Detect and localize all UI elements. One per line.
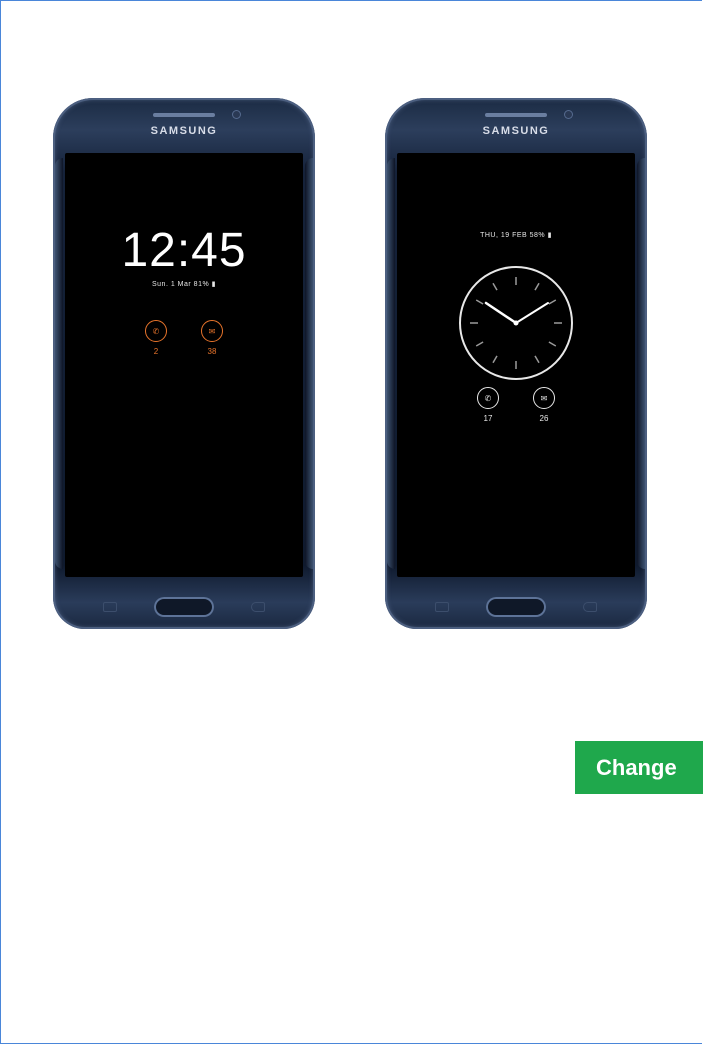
front-camera (565, 111, 572, 118)
notification-icons: ✆ 2 ✉ 38 (65, 320, 303, 356)
notification-missed-calls: ✆ 17 (477, 387, 499, 423)
message-count: 26 (539, 414, 549, 423)
notification-messages: ✉ 26 (533, 387, 555, 423)
brand-logo: SAMSUNG (150, 125, 218, 137)
message-count: 38 (207, 347, 217, 356)
brand-logo: SAMSUNG (482, 125, 550, 137)
back-key (583, 602, 597, 612)
notification-messages: ✉ 38 (201, 320, 223, 356)
hour-hand (484, 301, 518, 325)
phone-image-analog-clock: SAMSUNG THU, 19 FEB 58% ▮ ✆ 17 ✉ 26 (385, 98, 647, 629)
front-camera (233, 111, 240, 118)
missed-call-icon: ✆ (145, 320, 167, 342)
always-on-display-screen: 12:45 Sun. 1 Mar 81% ▮ ✆ 2 ✉ 38 (65, 153, 303, 577)
earpiece-speaker (153, 113, 215, 117)
recent-apps-key (435, 602, 449, 612)
missed-call-count: 17 (483, 414, 493, 423)
date-battery-status: THU, 19 FEB 58% ▮ (480, 232, 552, 239)
page-frame: SAMSUNG 12:45 Sun. 1 Mar 81% ▮ ✆ 2 ✉ 38 … (0, 0, 703, 1044)
missed-call-icon: ✆ (477, 387, 499, 409)
change-button[interactable]: Change (575, 741, 703, 794)
recent-apps-key (103, 602, 117, 612)
earpiece-speaker (485, 113, 547, 117)
missed-call-count: 2 (153, 347, 159, 356)
phone-image-digital-clock: SAMSUNG 12:45 Sun. 1 Mar 81% ▮ ✆ 2 ✉ 38 (53, 98, 315, 629)
date-battery-status: Sun. 1 Mar 81% ▮ (152, 281, 216, 288)
home-button (486, 597, 546, 617)
clock-center (513, 320, 519, 326)
always-on-display-screen: THU, 19 FEB 58% ▮ ✆ 17 ✉ 26 (397, 153, 635, 577)
home-button (154, 597, 214, 617)
notification-missed-calls: ✆ 2 (145, 320, 167, 356)
message-icon: ✉ (201, 320, 223, 342)
back-key (251, 602, 265, 612)
digital-clock: 12:45 (121, 224, 247, 277)
message-icon: ✉ (533, 387, 555, 409)
minute-hand (515, 302, 549, 324)
notification-icons: ✆ 17 ✉ 26 (397, 387, 635, 423)
analog-clock (459, 266, 573, 380)
